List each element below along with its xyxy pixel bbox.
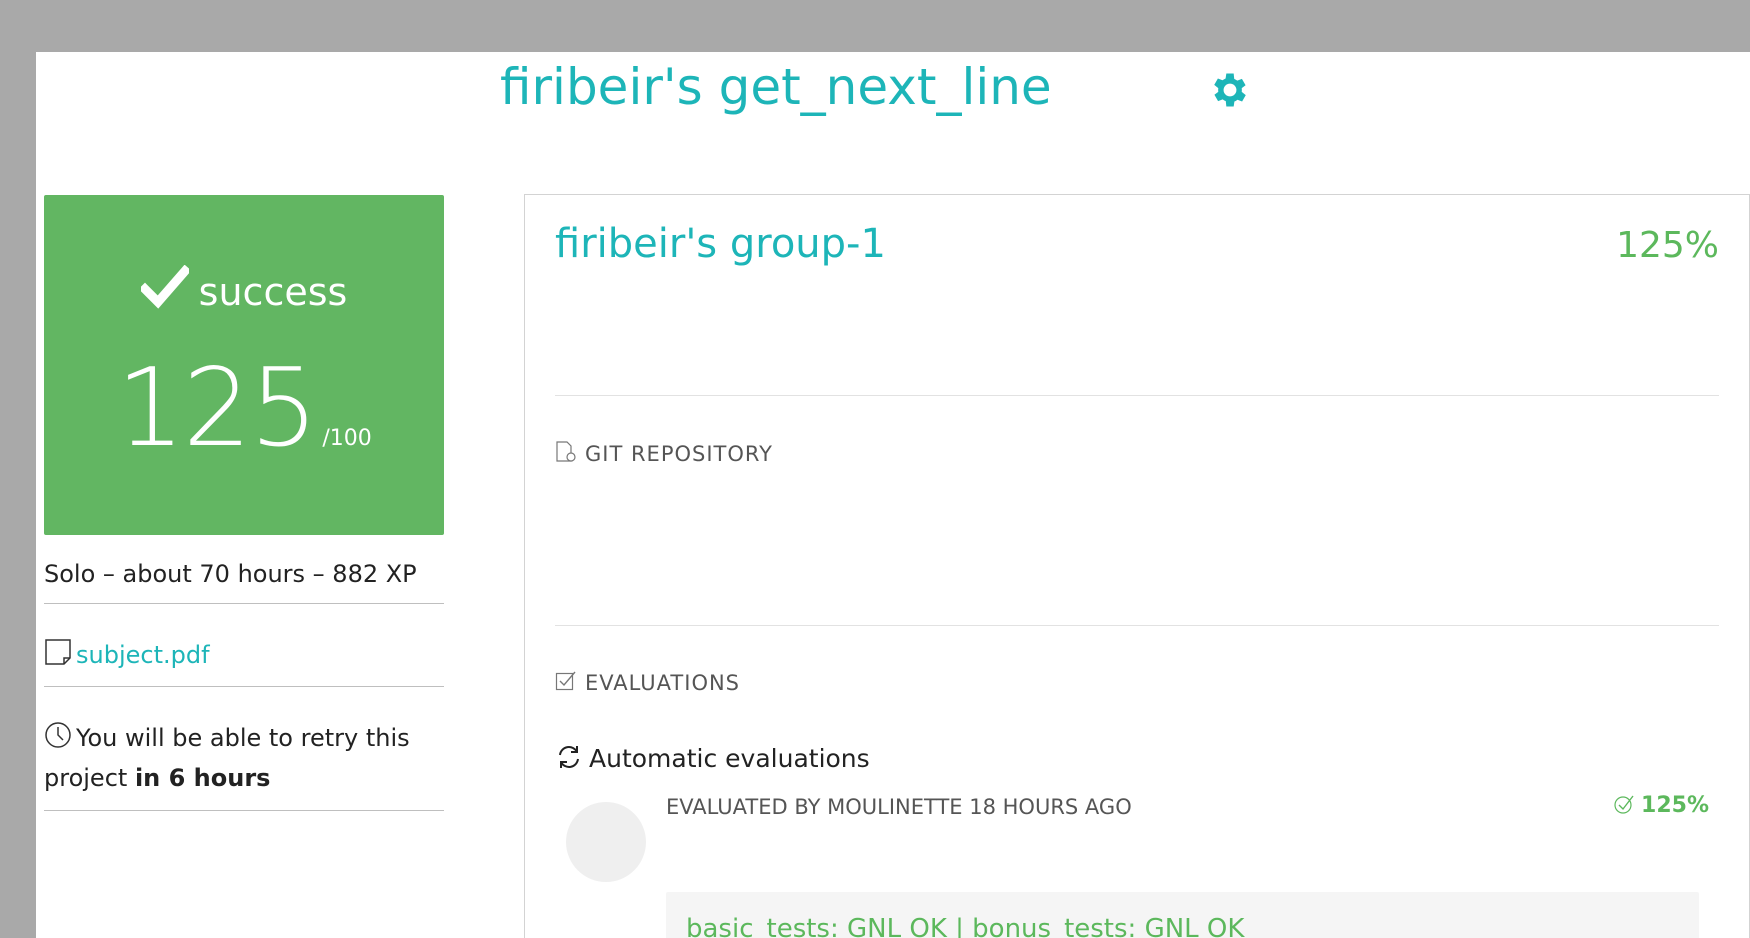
score-line: 125/100 — [44, 355, 444, 463]
divider — [44, 686, 444, 687]
avatar — [566, 802, 646, 882]
evaluations-heading: EVALUATIONS — [555, 670, 740, 695]
checkbox-icon — [555, 671, 576, 691]
project-page: firibeir's get_next_line success 125/100… — [36, 52, 1750, 938]
evaluation-result: basic_tests: GNL OK | bonus_tests: GNL O… — [686, 914, 1245, 938]
page-title: firibeir's get_next_line — [500, 58, 1052, 116]
check-circle-icon — [1614, 795, 1634, 814]
gear-icon[interactable] — [1208, 68, 1252, 112]
final-score: 125 — [116, 346, 318, 471]
evaluated-by: EVALUATED BY MOULINETTE 18 HOURS AGO — [666, 795, 1132, 819]
divider — [44, 810, 444, 811]
retry-time: in 6 hours — [134, 764, 271, 792]
status-text: success — [198, 270, 348, 314]
checkmark-icon — [140, 265, 189, 309]
automatic-evaluations-toggle[interactable]: Automatic evaluations — [555, 743, 870, 773]
evaluations-label: EVALUATIONS — [585, 671, 741, 695]
divider — [555, 395, 1719, 396]
retry-notice: You will be able to retry this project i… — [44, 718, 444, 798]
subject-pdf-link[interactable]: subject.pdf — [76, 641, 210, 669]
group-percent: 125% — [1616, 225, 1719, 266]
team-panel: firibeir's group-1 125% GIT REPOSITORY E… — [524, 194, 1750, 938]
score-max: /100 — [322, 426, 372, 451]
status-card: success 125/100 — [44, 195, 444, 535]
clock-icon — [45, 722, 71, 748]
title-row: firibeir's get_next_line — [36, 52, 1750, 172]
file-icon — [45, 639, 71, 665]
git-repository-heading: GIT REPOSITORY — [555, 441, 773, 466]
automatic-evaluations-label: Automatic evaluations — [589, 744, 870, 773]
refresh-icon — [559, 746, 579, 768]
subject-row: subject.pdf — [44, 638, 210, 674]
status-line: success — [44, 265, 444, 314]
evaluation-score: 125% — [1613, 793, 1709, 818]
git-repository-label: GIT REPOSITORY — [585, 442, 773, 466]
git-repo-icon — [556, 441, 576, 462]
divider — [555, 625, 1719, 626]
group-title: firibeir's group-1 — [555, 221, 886, 267]
evaluation-result-box: basic_tests: GNL OK | bonus_tests: GNL O… — [666, 892, 1699, 938]
evaluation-score-value: 125% — [1641, 793, 1709, 818]
project-info: Solo – about 70 hours – 882 XP — [44, 560, 417, 588]
divider — [44, 603, 444, 604]
